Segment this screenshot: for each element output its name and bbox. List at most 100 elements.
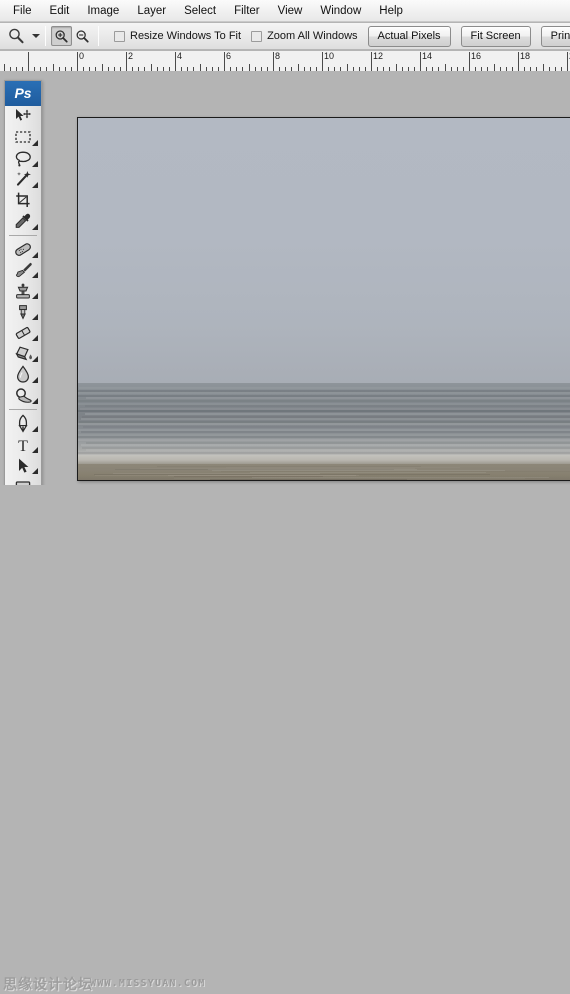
healing-brush-tool[interactable] [5, 239, 41, 260]
chevron-down-icon[interactable] [32, 34, 40, 38]
flyout-triangle-icon[interactable] [32, 252, 38, 258]
svg-text:T: T [18, 438, 28, 454]
ruler-label: 6 [226, 52, 231, 61]
flyout-triangle-icon[interactable] [32, 335, 38, 341]
options-separator-1 [45, 26, 46, 46]
magic-wand-tool[interactable] [5, 169, 41, 190]
checkbox-box[interactable] [251, 31, 262, 42]
photo-foam-region [78, 455, 570, 464]
flyout-triangle-icon[interactable] [32, 182, 38, 188]
ruler-tick [420, 52, 421, 71]
photoshop-logo: Ps [5, 81, 41, 106]
brush-tool[interactable] [5, 260, 41, 281]
ruler-tick [494, 64, 495, 71]
lasso-tool[interactable] [5, 148, 41, 169]
menu-item-image[interactable]: Image [78, 3, 128, 19]
history-brush-tool[interactable] [5, 301, 41, 322]
tool-preset-picker[interactable] [0, 27, 40, 45]
zoom-all-windows-checkbox[interactable]: Zoom All Windows [251, 30, 357, 42]
flyout-triangle-icon[interactable] [32, 314, 38, 320]
ruler-label: 4 [177, 52, 182, 61]
ruler-label: 18 [520, 52, 530, 61]
eraser-tool[interactable] [5, 322, 41, 343]
ruler-tick [567, 52, 568, 71]
clone-stamp-tool[interactable] [5, 280, 41, 301]
photo-sky-region [78, 118, 570, 383]
ruler-tick [151, 64, 152, 71]
photo-sand-region [78, 464, 570, 480]
fit-screen-button[interactable]: Fit Screen [461, 26, 531, 47]
sand-grain-line [170, 480, 497, 481]
ruler-tick [518, 52, 519, 71]
menu-item-filter[interactable]: Filter [225, 3, 269, 19]
flyout-triangle-icon[interactable] [32, 356, 38, 362]
paint-bucket-tool[interactable] [5, 343, 41, 364]
flyout-triangle-icon[interactable] [32, 377, 38, 383]
ruler-tick [126, 52, 127, 71]
ruler-tick [322, 52, 323, 71]
menu-item-help[interactable]: Help [370, 3, 412, 19]
wave-line [77, 452, 570, 454]
flyout-triangle-icon[interactable] [32, 468, 38, 474]
ruler-tick [371, 52, 372, 71]
tools-panel[interactable]: Ps T [4, 80, 42, 498]
watermark-url: WWW.MISSYUAN.COM [90, 978, 206, 989]
tools-divider-1 [9, 235, 37, 236]
menu-item-view[interactable]: View [269, 3, 312, 19]
image-canvas[interactable] [77, 117, 570, 481]
ruler-tick [396, 64, 397, 71]
actual-pixels-button[interactable]: Actual Pixels [368, 26, 451, 47]
print-size-button[interactable]: Print Size [541, 26, 570, 47]
ruler-tick [249, 64, 250, 71]
dodge-tool[interactable] [5, 385, 41, 406]
menu-item-select[interactable]: Select [175, 3, 225, 19]
ruler-tick [469, 52, 470, 71]
eyedropper-tool[interactable] [5, 211, 41, 232]
checkbox-box[interactable] [114, 31, 125, 42]
zoom-direction-group [51, 26, 93, 46]
document-workspace[interactable] [0, 71, 570, 485]
blur-tool[interactable] [5, 364, 41, 385]
ruler-tick [53, 64, 54, 71]
flyout-triangle-icon[interactable] [32, 293, 38, 299]
flyout-triangle-icon[interactable] [32, 426, 38, 432]
rectangular-marquee-tool[interactable] [5, 127, 41, 148]
type-tool[interactable]: T [5, 434, 41, 455]
flyout-triangle-icon[interactable] [32, 272, 38, 278]
ruler-tick [347, 64, 348, 71]
ruler-label: 10 [324, 52, 334, 61]
menu-item-edit[interactable]: Edit [41, 3, 79, 19]
menu-item-window[interactable]: Window [311, 3, 370, 19]
options-separator-2 [98, 26, 99, 46]
watermark-forum-name: 思缘设计论坛 [3, 974, 93, 994]
ruler-tick [4, 64, 5, 71]
pen-tool[interactable] [5, 413, 41, 434]
checkbox-label: Zoom All Windows [267, 30, 357, 42]
flyout-triangle-icon[interactable] [32, 140, 38, 146]
ruler-tick [102, 64, 103, 71]
flyout-triangle-icon[interactable] [32, 398, 38, 404]
checkbox-label: Resize Windows To Fit [130, 30, 241, 42]
zoom-tool-icon [7, 27, 25, 45]
resize-windows-to-fit-checkbox[interactable]: Resize Windows To Fit [114, 30, 241, 42]
zoom-in-icon[interactable] [51, 26, 72, 46]
tool-options-bar: Resize Windows To Fit Zoom All Windows A… [0, 23, 570, 50]
ruler-tick [200, 64, 201, 71]
path-selection-tool[interactable] [5, 455, 41, 476]
ruler-label: 12 [373, 52, 383, 61]
flyout-triangle-icon[interactable] [32, 224, 38, 230]
ruler-tick [77, 52, 78, 71]
menu-item-file[interactable]: File [4, 3, 41, 19]
flyout-triangle-icon[interactable] [32, 161, 38, 167]
flyout-triangle-icon[interactable] [32, 447, 38, 453]
menu-bar: File Edit Image Layer Select Filter View… [0, 0, 570, 22]
menu-item-layer[interactable]: Layer [128, 3, 175, 19]
ruler-label: 14 [422, 52, 432, 61]
ruler-tick [445, 64, 446, 71]
crop-tool[interactable] [5, 190, 41, 211]
ruler-label: 8 [275, 52, 280, 61]
move-tool[interactable] [5, 106, 41, 127]
horizontal-ruler[interactable]: 02468101214161820 [0, 51, 570, 72]
ruler-tick [224, 52, 225, 71]
zoom-out-icon[interactable] [72, 26, 93, 46]
